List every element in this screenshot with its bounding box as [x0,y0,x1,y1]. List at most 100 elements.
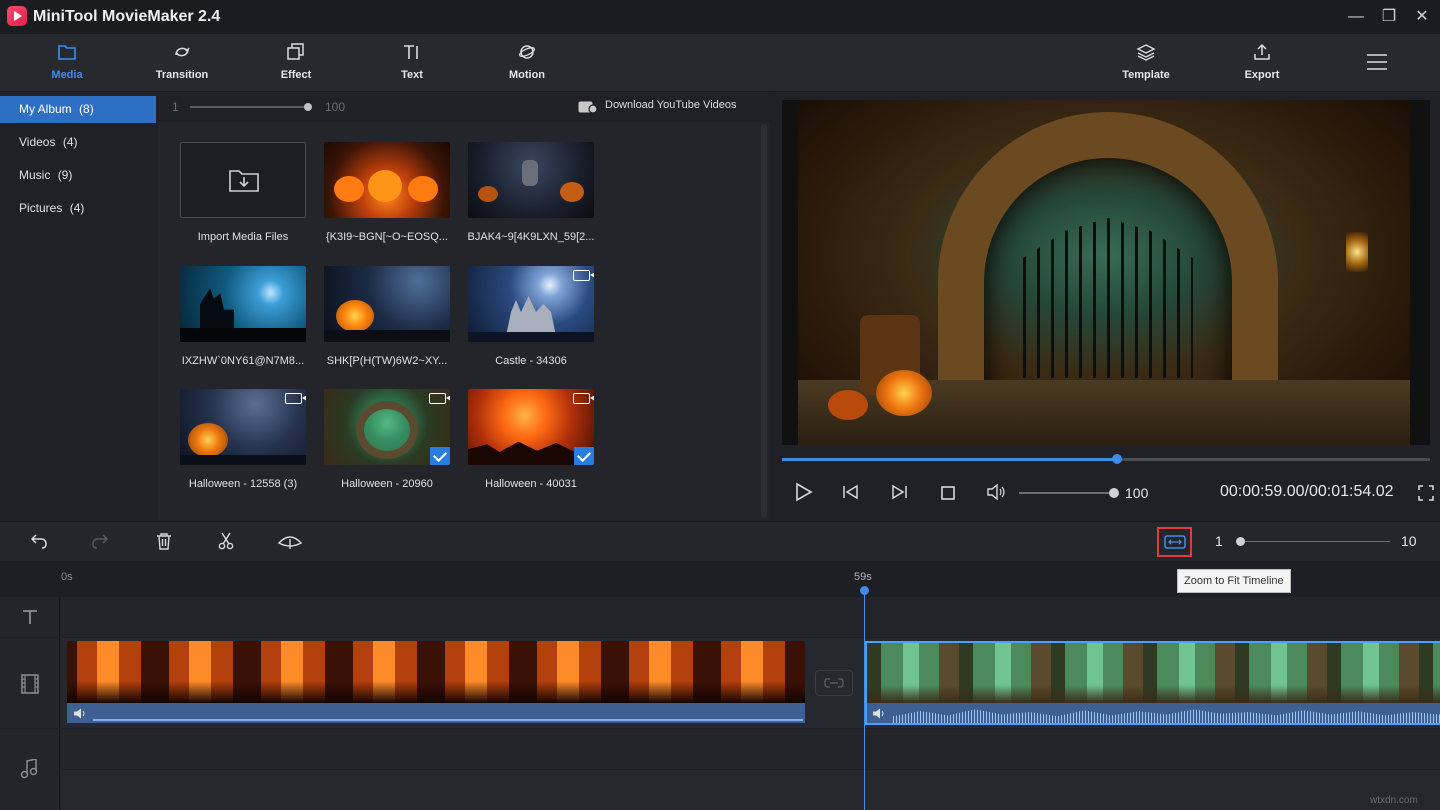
zoom-to-fit-button[interactable] [1157,527,1192,557]
media-item[interactable]: {K3I9~BGN[~O~EOSQ... [324,142,452,243]
selected-checkbox[interactable] [574,447,594,465]
media-item[interactable]: Halloween - 40031 [468,389,596,490]
tool-text-label: Text [401,69,423,81]
media-thumbnail [468,142,594,218]
next-frame-icon[interactable] [890,484,908,500]
tool-template[interactable]: Template [1096,34,1196,92]
tool-effect[interactable]: Effect [246,34,346,92]
import-media-tile[interactable]: Import Media Files [180,142,308,243]
timeline-zoom-max: 10 [1401,533,1417,549]
media-top-bar: 1 100 Download YouTube Videos [158,92,770,122]
play-icon[interactable] [794,482,814,502]
thumb-zoom-slider-handle[interactable] [304,103,312,111]
media-caption: IXZHW`0NY61@N7M8... [181,355,305,367]
sidebar-item-pictures[interactable]: Pictures (4) [0,195,156,222]
video-camera-icon [285,393,306,404]
minimize-button[interactable]: — [1344,6,1368,28]
sidebar-item-videos[interactable]: Videos (4) [0,129,156,156]
stop-icon[interactable] [940,485,956,501]
playback-time: 00:00:59.00/00:01:54.02 [1220,483,1394,500]
tool-export[interactable]: Export [1212,34,1312,92]
music-track-body-lower[interactable] [61,770,1440,810]
transition-slot[interactable] [815,670,853,696]
download-youtube-button[interactable]: Download YouTube Videos [578,98,758,116]
media-item[interactable]: SHK[P(H(TW)6W2~XY... [324,266,452,367]
redo-icon[interactable] [91,533,109,549]
clip-audio-icon[interactable] [73,708,87,719]
sidebar-item-count: (4) [62,135,78,149]
app-logo-icon [7,6,27,26]
close-button[interactable]: ✕ [1410,6,1434,28]
text-track-body[interactable] [61,597,1440,637]
tool-media[interactable]: Media [17,34,117,92]
audio-detach-icon[interactable] [277,533,303,551]
volume-slider[interactable] [1019,488,1119,498]
tool-motion[interactable]: Motion [477,34,577,92]
import-folder-icon [229,170,259,192]
app-window: MiniTool MovieMaker 2.4 — ❐ ✕ Media Tran… [0,0,1440,810]
media-scrollbar[interactable] [761,124,767,518]
playhead-handle[interactable] [860,586,869,595]
video-clip-halloween-20960[interactable] [865,641,1440,725]
import-media-box[interactable] [180,142,306,218]
volume-slider-handle[interactable] [1109,488,1119,498]
music-track-header [0,729,60,810]
media-thumbnail [468,389,594,465]
export-icon [1254,43,1270,60]
text-track [0,597,1440,637]
media-item[interactable]: Castle - 34306 [468,266,596,367]
video-track-film-icon [21,674,39,694]
playhead-line[interactable] [864,590,865,810]
tool-text[interactable]: Text [362,34,462,92]
music-track [0,729,1440,810]
selected-checkbox[interactable] [430,447,450,465]
media-item[interactable]: IXZHW`0NY61@N7M8... [180,266,308,367]
timeline-zoom-handle[interactable] [1236,537,1245,546]
volume-icon[interactable] [986,484,1006,500]
media-item[interactable]: BJAK4~9[4K9LXN_59[2... [468,142,596,243]
previous-frame-icon[interactable] [842,484,860,500]
delete-icon[interactable] [156,533,172,550]
media-caption: Halloween - 12558 (3) [188,478,298,490]
music-track-body[interactable] [61,729,1440,769]
playback-progress-bar[interactable] [782,454,1430,464]
split-scissors-icon[interactable] [218,532,234,550]
effect-icon [287,43,304,60]
video-camera-icon [573,393,594,404]
video-clip-halloween-40031[interactable] [67,641,805,723]
folder-icon [58,45,76,60]
ruler-mark-label: 59s [854,571,872,583]
transition-icon [175,47,190,57]
sidebar-item-count: (8) [79,102,94,116]
maximize-button[interactable]: ❐ [1377,6,1401,28]
tool-effect-label: Effect [280,69,312,81]
sidebar-item-my-album[interactable]: My Album (8) [0,96,156,123]
clip-audio-icon[interactable] [872,708,886,719]
tool-transition[interactable]: Transition [132,34,232,92]
media-caption: {K3I9~BGN[~O~EOSQ... [326,231,448,243]
thumb-zoom-min-label: 1 [172,100,179,114]
media-thumbnail [324,266,450,342]
playback-progress-fill [782,458,1117,461]
fullscreen-icon[interactable] [1418,485,1434,501]
undo-icon[interactable] [30,533,48,549]
template-icon [1136,44,1156,61]
menu-button[interactable] [1366,53,1388,71]
media-item[interactable]: Halloween - 20960 [324,389,452,490]
media-caption: BJAK4~9[4K9LXN_59[2... [467,231,595,243]
timeline-toolbar: 1 10 [0,521,1440,561]
media-thumbnail [324,142,450,218]
media-caption: Halloween - 20960 [341,478,433,490]
volume-value: 100 [1125,485,1149,501]
sidebar-item-music[interactable]: Music (9) [0,162,156,189]
sidebar-item-label: Music [19,168,51,182]
media-thumbnail [324,389,450,465]
sidebar-item-count: (9) [57,168,73,182]
video-preview [782,100,1430,445]
thumb-zoom-slider[interactable] [190,103,312,111]
text-track-icon [23,610,37,624]
tool-export-label: Export [1244,69,1280,81]
media-item[interactable]: Halloween - 12558 (3) [180,389,308,490]
timeline-zoom-slider[interactable] [1236,537,1390,546]
playback-progress-handle[interactable] [1111,454,1122,464]
